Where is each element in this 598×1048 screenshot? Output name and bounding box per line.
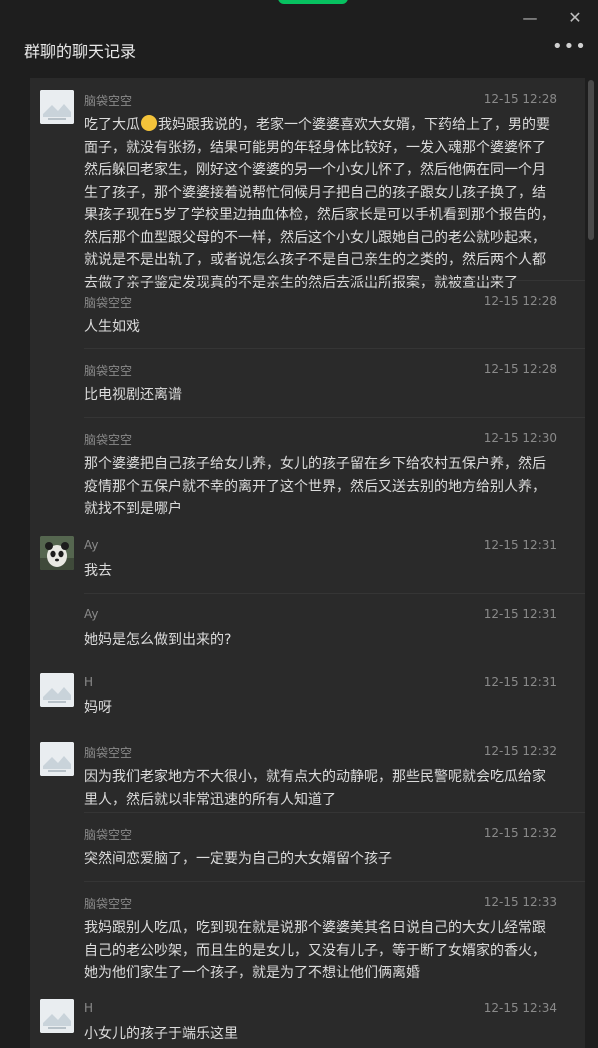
message-text-prefix: 吃了大瓜 (84, 117, 140, 133)
message-item: Ay 12-15 12:31 她妈是怎么做到出来的? (30, 593, 585, 661)
avatar[interactable] (40, 999, 74, 1033)
message-text: 因为我们老家地方不大很小，就有点大的动静呢，那些民警呢就会吃瓜给家里人，然后就以… (84, 766, 559, 811)
close-icon[interactable]: ✕ (565, 8, 585, 28)
message-text-body: 她妈是怎么做到出来的? (84, 632, 232, 648)
message-timestamp: 12-15 12:30 (483, 431, 557, 445)
message-text-body: 我妈跟我说的，老家一个婆婆喜欢大女婿，下药给上了，男的要面子，就没有张扬，结果可… (84, 117, 555, 291)
message-text: 小女儿的孩子于端乐这里 (84, 1023, 559, 1046)
message-divider (84, 812, 585, 813)
chat-history-panel[interactable]: 脑袋空空 12-15 12:28 吃了大瓜 我妈跟我说的，老家一个婆婆喜欢大女婿，下药… (30, 78, 585, 1048)
sender-name: 脑袋空空 (84, 364, 133, 378)
message-item: H 12-15 12:31 妈呀 (30, 661, 585, 730)
message-divider (84, 593, 585, 594)
message-timestamp: 12-15 12:31 (483, 607, 557, 621)
message-text-body: 妈呀 (84, 700, 112, 716)
message-text-body: 人生如戏 (84, 319, 140, 335)
message-timestamp: 12-15 12:34 (483, 1001, 557, 1015)
message-text: 我去 (84, 560, 559, 583)
avatar[interactable] (40, 536, 74, 570)
message-text-body: 那个婆婆把自己孩子给女儿养，女儿的孩子留在乡下给农村五保户养，然后疫情那个五保户… (84, 456, 546, 517)
message-text-body: 我去 (84, 563, 112, 579)
sender-name: H (84, 1001, 94, 1015)
message-item: 脑袋空空 12-15 12:28 人生如戏 (30, 280, 585, 348)
avatar[interactable] (40, 742, 74, 776)
message-item: 脑袋空空 12-15 12:32 突然间恋爱脑了，一定要为自己的大女婿留个孩子 (30, 812, 585, 881)
sender-name: 脑袋空空 (84, 897, 133, 911)
message-text-body: 比电视剧还离谱 (84, 387, 182, 403)
message-timestamp: 12-15 12:31 (483, 675, 557, 689)
sender-name: 脑袋空空 (84, 296, 133, 310)
message-item: 脑袋空空 12-15 12:28 吃了大瓜 我妈跟我说的，老家一个婆婆喜欢大女婿，下药… (30, 78, 585, 291)
message-text: 突然间恋爱脑了，一定要为自己的大女婿留个孩子 (84, 848, 559, 871)
sender-name: 脑袋空空 (84, 828, 133, 842)
message-text: 人生如戏 (84, 316, 559, 339)
message-item: 脑袋空空 12-15 12:30 那个婆婆把自己孩子给女儿养，女儿的孩子留在乡下给农… (30, 417, 585, 524)
sender-name: H (84, 675, 94, 689)
message-divider (84, 348, 585, 349)
message-text: 妈呀 (84, 697, 559, 720)
sender-name: 脑袋空空 (84, 94, 133, 108)
sender-name: 脑袋空空 (84, 746, 133, 760)
avatar[interactable] (40, 90, 74, 124)
message-timestamp: 12-15 12:28 (483, 294, 557, 308)
message-text: 那个婆婆把自己孩子给女儿养，女儿的孩子留在乡下给农村五保户养，然后疫情那个五保户… (84, 453, 559, 521)
message-text-body: 因为我们老家地方不大很小，就有点大的动静呢，那些民警呢就会吃瓜给家里人，然后就以… (84, 769, 546, 808)
message-divider (84, 881, 585, 882)
message-item: Ay 12-15 12:31 我去 (30, 524, 585, 593)
message-timestamp: 12-15 12:28 (483, 92, 557, 106)
minimize-icon[interactable]: — (520, 8, 540, 28)
message-timestamp: 12-15 12:32 (483, 826, 557, 840)
message-divider (84, 280, 585, 281)
scrollbar[interactable] (588, 80, 594, 240)
message-text: 她妈是怎么做到出来的? (84, 629, 559, 652)
message-text: 我妈跟别人吃瓜，吃到现在就是说那个婆婆美其名日说自己的大女儿经常跟自己的老公吵架… (84, 917, 559, 985)
message-timestamp: 12-15 12:31 (483, 538, 557, 552)
message-text-body: 突然间恋爱脑了，一定要为自己的大女婿留个孩子 (84, 851, 392, 867)
message-timestamp: 12-15 12:32 (483, 744, 557, 758)
sender-name: Ay (84, 607, 99, 621)
top-accent-tab (278, 0, 348, 4)
sender-name: 脑袋空空 (84, 433, 133, 447)
message-timestamp: 12-15 12:33 (483, 895, 557, 909)
message-text: 比电视剧还离谱 (84, 384, 559, 407)
message-list: 脑袋空空 12-15 12:28 吃了大瓜 我妈跟我说的，老家一个婆婆喜欢大女婿，下药… (30, 78, 585, 1047)
message-text-body: 我妈跟别人吃瓜，吃到现在就是说那个婆婆美其名日说自己的大女儿经常跟自己的老公吵架… (84, 920, 546, 981)
message-item: 脑袋空空 12-15 12:32 因为我们老家地方不大很小，就有点大的动静呢，那些民… (30, 730, 585, 812)
window-title: 群聊的聊天记录 (24, 42, 137, 61)
message-item: H 12-15 12:34 小女儿的孩子于端乐这里 (30, 987, 585, 1047)
message-timestamp: 12-15 12:28 (483, 362, 557, 376)
message-item: 脑袋空空 12-15 12:33 我妈跟别人吃瓜，吃到现在就是说那个婆婆美其名日说自… (30, 881, 585, 987)
message-divider (84, 417, 585, 418)
message-text: 吃了大瓜 我妈跟我说的，老家一个婆婆喜欢大女婿，下药给上了，男的要面子，就没有张扬… (84, 114, 559, 294)
sender-name: Ay (84, 538, 99, 552)
more-dots-icon[interactable]: ••• (552, 36, 586, 60)
shushing-face-emoji (141, 115, 157, 131)
avatar[interactable] (40, 673, 74, 707)
message-item: 脑袋空空 12-15 12:28 比电视剧还离谱 (30, 348, 585, 417)
